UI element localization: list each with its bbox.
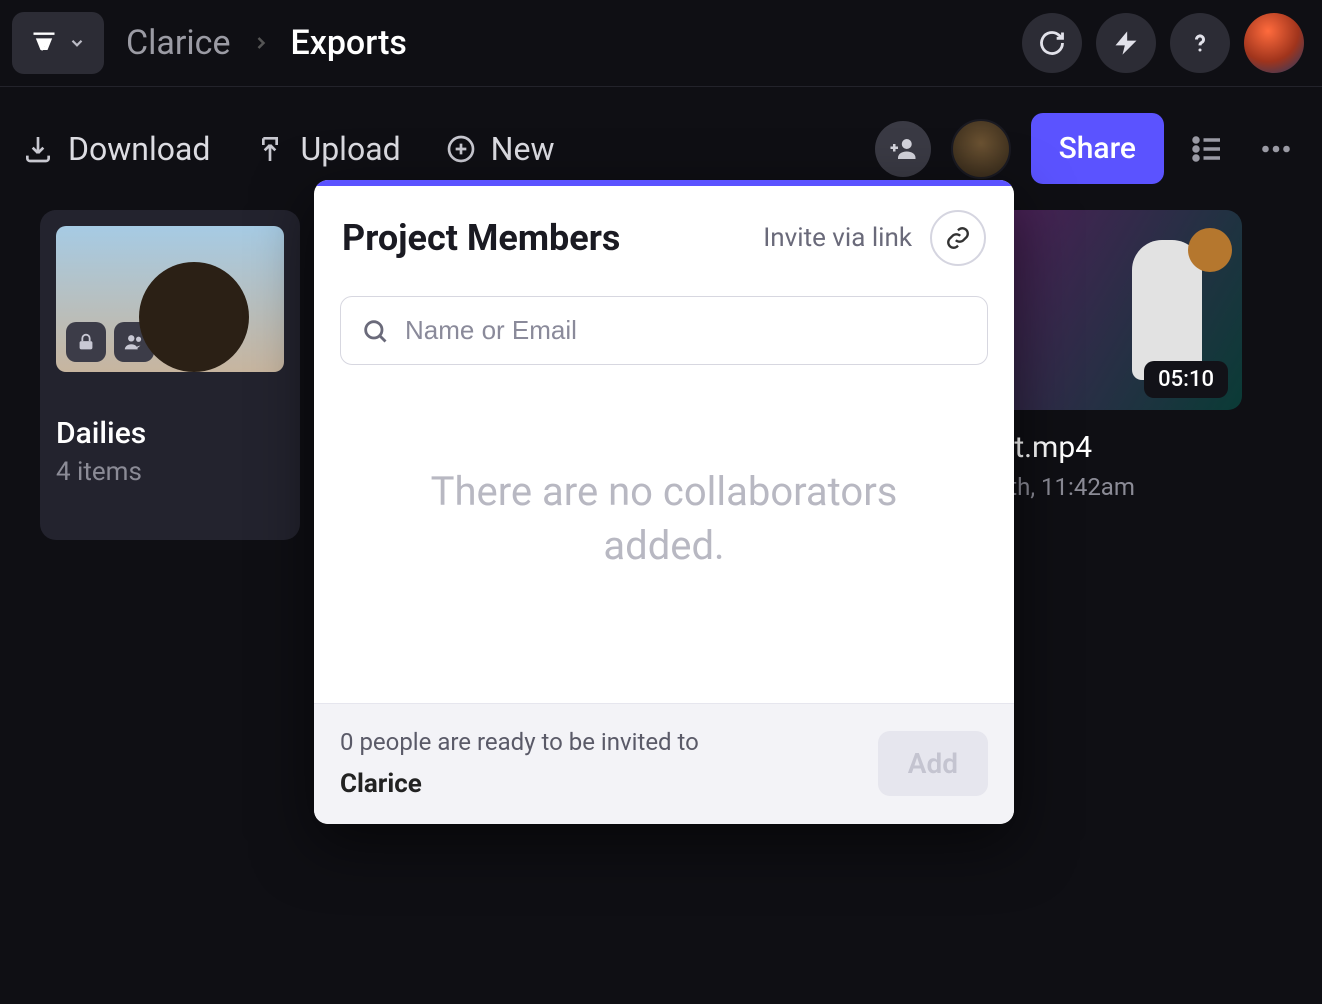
invite-count-text: 0 people are ready to be invited to Clar… <box>340 726 699 802</box>
copy-link-button[interactable] <box>930 210 986 266</box>
add-button[interactable]: Add <box>878 731 988 796</box>
video-duration: 05:10 <box>1144 361 1228 398</box>
member-avatar[interactable] <box>951 119 1011 179</box>
folder-tab-shape <box>54 210 126 216</box>
lock-icon <box>75 331 97 353</box>
invite-count-line: 0 people are ready to be invited to <box>340 728 699 756</box>
project-menu-button[interactable] <box>12 12 104 74</box>
people-icon <box>123 331 145 353</box>
download-label: Download <box>68 130 210 168</box>
app-logo-icon <box>30 29 58 57</box>
help-button[interactable] <box>1170 13 1230 73</box>
breadcrumb-current[interactable]: Exports <box>291 23 407 63</box>
link-icon <box>945 225 971 251</box>
download-icon <box>22 133 54 165</box>
dots-horizontal-icon <box>1258 131 1294 167</box>
actions-button[interactable] <box>1096 13 1156 73</box>
lightning-icon <box>1112 29 1140 57</box>
upload-label: Upload <box>300 130 400 168</box>
more-options-button[interactable] <box>1252 125 1300 173</box>
help-icon <box>1186 29 1214 57</box>
folder-thumbnail <box>56 226 284 372</box>
breadcrumb-project[interactable]: Clarice <box>126 23 231 63</box>
modal-footer: 0 people are ready to be invited to Clar… <box>314 703 1014 824</box>
refresh-button[interactable] <box>1022 13 1082 73</box>
folder-subtitle: 4 items <box>56 457 284 487</box>
add-button-label: Add <box>908 747 958 780</box>
user-avatar[interactable] <box>1244 13 1304 73</box>
member-search-input[interactable] <box>405 315 967 346</box>
project-members-modal: Project Members Invite via link There ar… <box>314 180 1014 824</box>
folder-title: Dailies <box>56 416 284 451</box>
chevron-down-icon <box>68 34 86 52</box>
invite-via-link-button[interactable]: Invite via link <box>763 223 912 253</box>
member-search-field[interactable] <box>340 296 988 365</box>
private-badge <box>66 322 106 362</box>
topbar-right <box>1022 13 1304 73</box>
new-button[interactable]: New <box>445 130 555 168</box>
share-label: Share <box>1059 131 1136 166</box>
chevron-right-icon <box>251 33 271 53</box>
folder-card-dailies[interactable]: Dailies 4 items <box>40 210 300 540</box>
list-icon <box>1190 131 1226 167</box>
upload-button[interactable]: Upload <box>254 130 400 168</box>
empty-collaborators-message: There are no collaborators added. <box>314 365 1014 703</box>
add-person-icon <box>888 134 918 164</box>
new-label: New <box>491 130 555 168</box>
add-member-button[interactable] <box>875 121 931 177</box>
modal-header: Project Members Invite via link <box>314 186 1014 278</box>
topbar: Clarice Exports <box>0 0 1322 87</box>
upload-icon <box>254 133 286 165</box>
modal-title: Project Members <box>342 217 620 259</box>
share-button[interactable]: Share <box>1031 113 1164 184</box>
badge-row <box>66 322 154 362</box>
topbar-left: Clarice Exports <box>12 12 407 74</box>
plus-circle-icon <box>445 133 477 165</box>
refresh-icon <box>1038 29 1066 57</box>
search-icon <box>361 317 389 345</box>
invite-project-name: Clarice <box>340 766 699 802</box>
list-view-button[interactable] <box>1184 125 1232 173</box>
toolbar-left: Download Upload New <box>22 130 555 168</box>
download-button[interactable]: Download <box>22 130 210 168</box>
breadcrumb: Clarice Exports <box>126 23 407 63</box>
toolbar-right: Share <box>875 113 1300 184</box>
invite-link-group: Invite via link <box>763 210 986 266</box>
shared-badge <box>114 322 154 362</box>
